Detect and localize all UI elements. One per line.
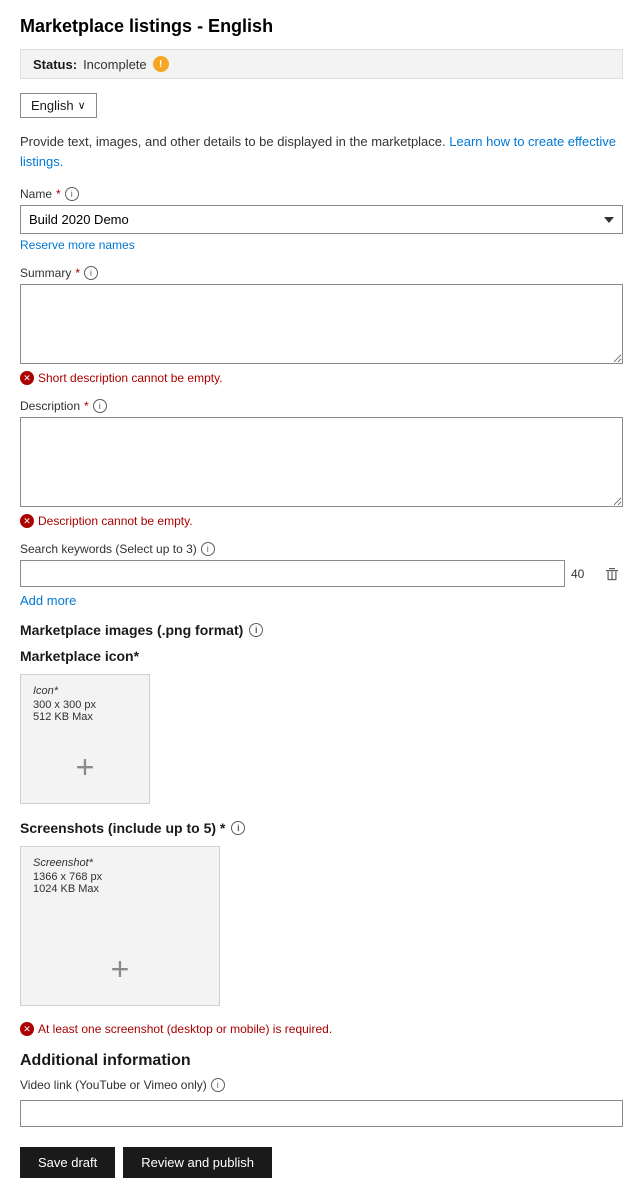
search-keywords-info-icon[interactable]: i bbox=[201, 542, 215, 556]
screenshots-title: Screenshots (include up to 5) * i bbox=[20, 820, 623, 836]
summary-required: * bbox=[75, 266, 80, 280]
status-value: Incomplete bbox=[83, 57, 147, 72]
chevron-down-icon: ∨ bbox=[78, 99, 86, 112]
description-required: * bbox=[84, 399, 89, 413]
screenshot-box-label: Screenshot* bbox=[33, 857, 93, 869]
additional-info-title: Additional information bbox=[20, 1052, 623, 1070]
video-info-icon[interactable]: i bbox=[211, 1078, 225, 1092]
screenshot-box-dims: 1366 x 768 px bbox=[33, 871, 102, 883]
summary-field-group: Summary * i ✕ Short description cannot b… bbox=[20, 266, 623, 385]
screenshot-upload-box[interactable]: Screenshot* 1366 x 768 px 1024 KB Max + bbox=[20, 846, 220, 1006]
footer-buttons: Save draft Review and publish bbox=[20, 1147, 623, 1178]
screenshot-error-icon: ✕ bbox=[20, 1022, 34, 1036]
description-error: ✕ Description cannot be empty. bbox=[20, 514, 623, 528]
status-bar: Status: Incomplete ! bbox=[20, 49, 623, 79]
name-info-icon[interactable]: i bbox=[65, 187, 79, 201]
delete-keyword-button[interactable] bbox=[601, 563, 623, 585]
description-textarea[interactable] bbox=[20, 417, 623, 507]
name-field-group: Name * i Build 2020 Demo Reserve more na… bbox=[20, 187, 623, 252]
help-text: Provide text, images, and other details … bbox=[20, 132, 623, 171]
screenshot-error: ✕ At least one screenshot (desktop or mo… bbox=[20, 1022, 623, 1036]
video-link-group: Video link (YouTube or Vimeo only) i bbox=[20, 1078, 623, 1127]
summary-info-icon[interactable]: i bbox=[84, 266, 98, 280]
name-select[interactable]: Build 2020 Demo bbox=[20, 205, 623, 234]
icon-upload-plus-icon: + bbox=[76, 751, 95, 783]
name-label: Name * i bbox=[20, 187, 623, 201]
description-error-icon: ✕ bbox=[20, 514, 34, 528]
search-keyword-input[interactable] bbox=[20, 560, 565, 587]
save-draft-button[interactable]: Save draft bbox=[20, 1147, 115, 1178]
add-more-link[interactable]: Add more bbox=[20, 593, 76, 608]
summary-error-icon: ✕ bbox=[20, 371, 34, 385]
icon-box-dims: 300 x 300 px bbox=[33, 699, 96, 711]
summary-textarea[interactable] bbox=[20, 284, 623, 364]
name-required: * bbox=[56, 187, 61, 201]
screenshots-section: Screenshots (include up to 5) * i Screen… bbox=[20, 820, 623, 1036]
search-keywords-group: Search keywords (Select up to 3) i 40 Ad… bbox=[20, 542, 623, 608]
marketplace-images-section-title: Marketplace images (.png format) i bbox=[20, 622, 623, 638]
icon-box-label: Icon* bbox=[33, 685, 58, 697]
images-info-icon[interactable]: i bbox=[249, 623, 263, 637]
video-link-input[interactable] bbox=[20, 1100, 623, 1127]
review-publish-button[interactable]: Review and publish bbox=[123, 1147, 272, 1178]
screenshots-info-icon[interactable]: i bbox=[231, 821, 245, 835]
search-keywords-row: 40 bbox=[20, 560, 623, 587]
status-label: Status: bbox=[33, 57, 77, 72]
video-link-label: Video link (YouTube or Vimeo only) i bbox=[20, 1078, 623, 1092]
search-keywords-label: Search keywords (Select up to 3) i bbox=[20, 542, 623, 556]
marketplace-icon-title: Marketplace icon* bbox=[20, 648, 623, 664]
screenshot-upload-plus-icon: + bbox=[111, 953, 130, 985]
char-count: 40 bbox=[571, 567, 595, 581]
trash-icon bbox=[605, 567, 619, 581]
description-info-icon[interactable]: i bbox=[93, 399, 107, 413]
status-warning-icon: ! bbox=[153, 56, 169, 72]
summary-error: ✕ Short description cannot be empty. bbox=[20, 371, 623, 385]
page-title: Marketplace listings - English bbox=[20, 16, 623, 37]
language-label: English bbox=[31, 98, 74, 113]
description-label: Description * i bbox=[20, 399, 623, 413]
summary-label: Summary * i bbox=[20, 266, 623, 280]
screenshot-box-max: 1024 KB Max bbox=[33, 883, 99, 895]
icon-upload-box[interactable]: Icon* 300 x 300 px 512 KB Max + bbox=[20, 674, 150, 804]
language-dropdown[interactable]: English ∨ bbox=[20, 93, 97, 118]
description-field-group: Description * i ✕ Description cannot be … bbox=[20, 399, 623, 528]
icon-box-max: 512 KB Max bbox=[33, 711, 93, 723]
reserve-names-link[interactable]: Reserve more names bbox=[20, 238, 135, 252]
